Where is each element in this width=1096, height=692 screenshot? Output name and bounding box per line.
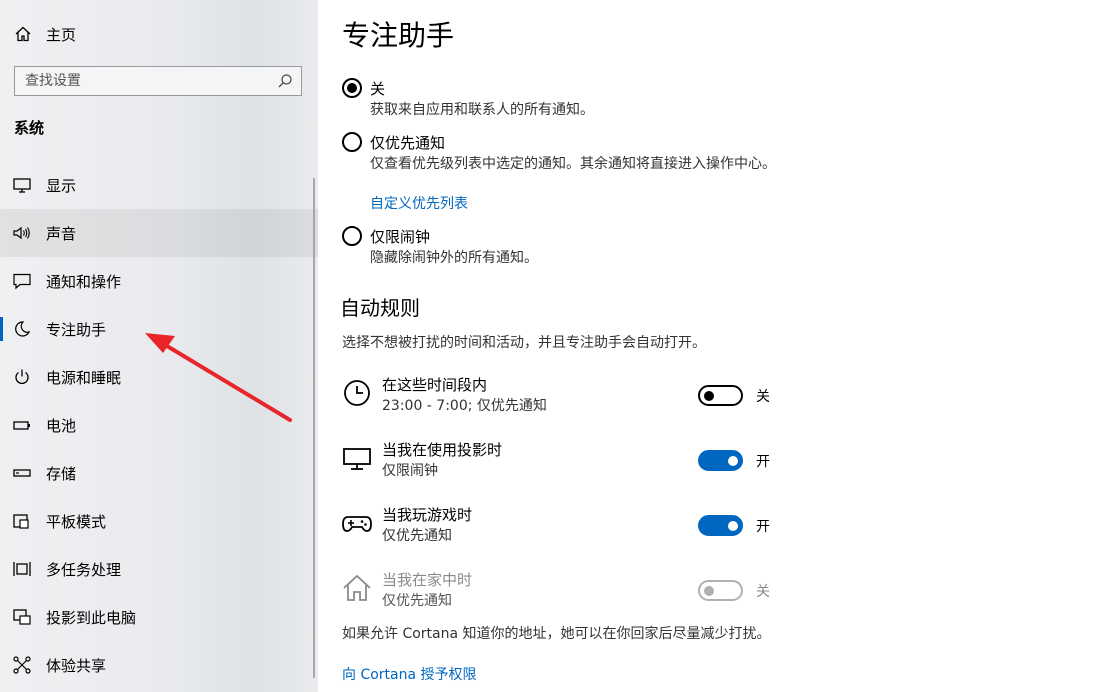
search-box[interactable]	[14, 66, 302, 96]
battery-icon	[13, 421, 30, 430]
rule-time-range[interactable]: 在这些时间段内 23:00 - 7:00; 仅优先通知 关	[342, 374, 782, 424]
project-icon	[13, 609, 31, 625]
toggle-state: 关	[756, 584, 770, 600]
customize-priority-link[interactable]: 自定义优先列表	[370, 193, 468, 213]
home-icon	[15, 26, 31, 42]
toggle-knob	[728, 455, 738, 466]
sidebar-section-title: 系统	[14, 119, 45, 137]
monitor-icon	[343, 448, 371, 470]
sidebar-item-power[interactable]: 电源和睡眠	[0, 353, 318, 401]
sidebar-item-label: 多任务处理	[46, 561, 122, 579]
sidebar-item-label: 声音	[46, 225, 77, 243]
rule-detail: 仅优先通知	[382, 593, 452, 609]
rule-toggle[interactable]	[698, 515, 743, 536]
rule-projecting[interactable]: 当我在使用投影时 仅限闹钟 开	[342, 439, 782, 489]
power-icon	[15, 369, 29, 384]
sidebar-item-label: 电源和睡眠	[46, 369, 122, 387]
sidebar-item-sound[interactable]: 声音	[0, 209, 318, 257]
toggle-state: 关	[756, 389, 770, 405]
option-label: 关	[370, 80, 386, 98]
home-icon	[343, 574, 371, 601]
search-input[interactable]	[15, 67, 275, 95]
rule-toggle[interactable]	[698, 450, 743, 471]
sidebar-scrollbar[interactable]	[313, 178, 315, 678]
rule-at-home[interactable]: 当我在家中时 仅优先通知 关	[342, 569, 782, 619]
sidebar-item-label: 专注助手	[46, 321, 107, 339]
sidebar-item-tablet-mode[interactable]: 平板模式	[0, 497, 318, 545]
option-description: 隐藏除闹钟外的所有通知。	[370, 250, 538, 266]
rule-detail: 仅优先通知	[382, 528, 452, 544]
rule-detail: 23:00 - 7:00; 仅优先通知	[382, 398, 547, 414]
sidebar-item-label: 投影到此电脑	[46, 609, 137, 627]
page-title: 专注助手	[342, 19, 455, 52]
rule-name: 当我在家中时	[382, 571, 473, 589]
notification-icon	[13, 273, 31, 290]
clock-icon	[344, 380, 370, 406]
selected-indicator	[0, 317, 3, 341]
radio-button[interactable]	[342, 226, 362, 246]
main-content: 专注助手 关 获取来自应用和联系人的所有通知。 仅优先通知 仅查看优先级列表中选…	[318, 0, 1096, 692]
toggle-knob	[704, 390, 714, 401]
toggle-knob	[728, 520, 738, 531]
toggle-state: 开	[756, 454, 770, 470]
sidebar-item-battery[interactable]: 电池	[0, 401, 318, 449]
option-description: 仅查看优先级列表中选定的通知。其余通知将直接进入操作中心。	[370, 156, 776, 172]
toggle-state: 开	[756, 519, 770, 535]
radio-button[interactable]	[342, 78, 362, 98]
rule-name: 当我玩游戏时	[382, 506, 473, 524]
share-icon	[13, 656, 31, 674]
sidebar-item-shared-experiences[interactable]: 体验共享	[0, 641, 318, 689]
sidebar-item-label: 存储	[46, 465, 77, 483]
sidebar-item-project[interactable]: 投影到此电脑	[0, 593, 318, 641]
option-label: 仅优先通知	[370, 134, 446, 152]
rule-detail: 仅限闹钟	[382, 463, 438, 479]
rule-toggle[interactable]	[698, 580, 743, 601]
sidebar-item-label: 电池	[46, 417, 77, 435]
multitask-icon	[13, 562, 31, 576]
monitor-icon	[13, 178, 31, 193]
sidebar-item-label: 通知和操作	[46, 273, 122, 291]
sidebar-item-multitasking[interactable]: 多任务处理	[0, 545, 318, 593]
tablet-icon	[13, 514, 29, 529]
search-icon[interactable]	[277, 73, 293, 89]
sidebar-item-focus-assist[interactable]: 专注助手	[0, 305, 318, 353]
rule-name: 在这些时间段内	[382, 376, 488, 394]
sidebar-item-label: 显示	[46, 177, 77, 195]
cortana-permission-link[interactable]: 向 Cortana 授予权限	[342, 664, 477, 684]
radio-button[interactable]	[342, 132, 362, 152]
auto-rules-heading: 自动规则	[340, 296, 420, 320]
moon-icon	[15, 321, 31, 337]
rule-toggle[interactable]	[698, 385, 743, 406]
sidebar-item-notifications[interactable]: 通知和操作	[0, 257, 318, 305]
settings-sidebar: 主页 系统 显示 声音 通知和操作 专注	[0, 0, 318, 692]
option-description: 获取来自应用和联系人的所有通知。	[370, 102, 594, 118]
sidebar-item-label: 体验共享	[46, 657, 107, 675]
sidebar-item-display[interactable]: 显示	[0, 161, 318, 209]
rule-name: 当我在使用投影时	[382, 441, 503, 459]
speaker-icon	[13, 226, 30, 240]
cortana-note: 如果允许 Cortana 知道你的地址，她可以在你回家后尽量减少打扰。	[342, 626, 771, 642]
gamepad-icon	[342, 516, 372, 532]
storage-icon	[13, 469, 31, 477]
toggle-knob	[704, 585, 714, 596]
sidebar-item-label: 平板模式	[46, 513, 107, 531]
sidebar-home-label: 主页	[46, 26, 77, 44]
sidebar-home[interactable]: 主页	[0, 18, 318, 50]
option-label: 仅限闹钟	[370, 228, 431, 246]
sidebar-item-storage[interactable]: 存储	[0, 449, 318, 497]
auto-rules-description: 选择不想被打扰的时间和活动，并且专注助手会自动打开。	[342, 335, 706, 351]
rule-gaming[interactable]: 当我玩游戏时 仅优先通知 开	[342, 504, 782, 554]
